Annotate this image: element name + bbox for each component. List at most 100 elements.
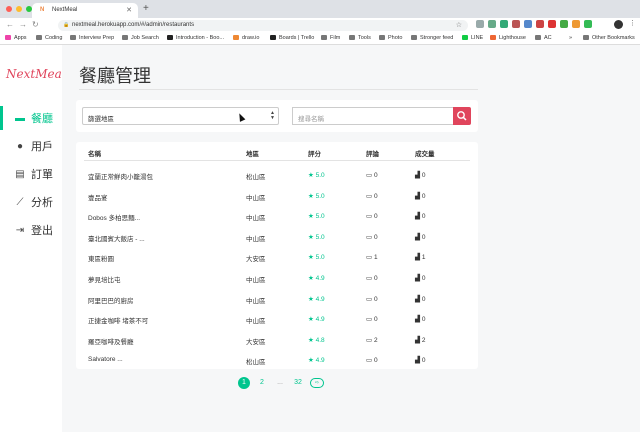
bookmark-folder[interactable]: Photo [379,35,402,41]
page-button[interactable]: 32 [292,377,304,389]
extension-icon[interactable] [584,20,592,28]
table-row[interactable]: 阿里巴巴的廚房 中山區 ★ 4.9 ▭ 0 ▟ 0 [76,288,478,308]
header-name[interactable]: 名稱 [88,148,101,158]
close-tab-icon[interactable]: ✕ [126,6,132,14]
bookmark-folder[interactable]: AC [535,35,552,41]
restaurant-name[interactable]: 壹品宴 [88,192,108,202]
restaurant-rating: ★ 5.0 [308,192,325,200]
lock-icon: 🔒 [63,22,70,28]
page-icon [167,35,173,40]
restaurant-reviews: ▭ 0 [366,212,378,220]
restaurant-district: 大安區 [246,256,266,264]
restaurant-name[interactable]: Salvatore ... [88,356,123,363]
restaurant-name[interactable]: 宜蘭正常鮮肉小籠湯包 [88,171,153,181]
table-row[interactable]: 宜蘭正常鮮肉小籠湯包 松山區 ★ 5.0 ▭ 0 ▟ 0 [76,164,478,184]
close-window-icon[interactable] [6,6,12,12]
sidebar-item-restaurants[interactable]: ▬ 餐廳 [0,106,62,130]
extension-icon[interactable] [512,20,520,28]
header-district[interactable]: 地區 [246,148,259,158]
comment-icon: ▭ [366,316,374,324]
address-bar[interactable]: 🔒 nextmeal.herokuapp.com/#/admin/restaur… [58,20,468,31]
bookmark-link[interactable]: LINE [462,35,483,41]
reviews-value: 0 [373,172,378,179]
restaurant-name[interactable]: Dobos 多柏思麵... [88,212,140,222]
trello-icon [270,35,276,40]
table-row[interactable]: 臺北國賓大飯店 - ... 中山區 ★ 5.0 ▭ 0 ▟ 0 [76,226,478,246]
restaurant-orders: ▟ 0 [415,274,425,282]
table-row[interactable]: Dobos 多柏思麵... 中山區 ★ 5.0 ▭ 0 ▟ 0 [76,205,478,225]
bookmark-apps[interactable]: Apps [5,35,27,41]
sidebar-item-users[interactable]: ● 用戶 [0,134,62,158]
sidebar-item-orders[interactable]: ▤ 訂單 [0,162,62,186]
table-row[interactable]: 壹品宴 中山區 ★ 5.0 ▭ 0 ▟ 0 [76,185,478,205]
header-rating[interactable]: 評分 [308,148,321,158]
table-row[interactable]: Salvatore ... 松山區 ★ 4.9 ▭ 0 ▟ 0 [76,349,478,369]
restaurant-name[interactable]: 東區粉圓 [88,253,114,263]
bookmarks-bar: Apps Coding Interview Prep Job Search In… [0,32,640,45]
rating-value: 5.0 [315,213,325,221]
extension-icon[interactable] [500,20,508,28]
bookmark-folder[interactable]: Tools [349,35,371,41]
district-select[interactable]: 篩選地區 ▲ ▼ [82,107,279,125]
restaurant-name[interactable]: 羅亞咖啡及餐廳 [88,336,134,346]
reload-icon[interactable]: ↻ [32,20,44,29]
profile-avatar[interactable] [614,20,623,29]
bookmark-star-icon[interactable]: ☆ [456,21,462,29]
table-row[interactable]: 夢見培比屯 中山區 ★ 4.9 ▭ 0 ▟ 0 [76,267,478,287]
page-title: 餐廳管理 [79,66,151,86]
table-row[interactable]: 東區粉圓 大安區 ★ 5.0 ▭ 1 ▟ 1 [76,246,478,266]
restaurant-name[interactable]: 阿里巴巴的廚房 [88,295,134,305]
new-tab-icon[interactable]: + [143,3,149,14]
extension-icon[interactable] [548,20,556,28]
browser-menu-icon[interactable]: ⋮ [629,19,636,27]
extension-icon[interactable] [572,20,580,28]
restaurant-orders: ▟ 0 [415,212,425,220]
extension-icon[interactable] [476,20,484,28]
app-logo[interactable]: NextMeal [6,67,66,81]
star-icon: ★ [308,172,316,179]
restaurant-rating: ★ 5.0 [308,253,325,261]
page-button[interactable]: 1 [238,377,250,389]
restaurant-name[interactable]: 正捷金咖啡 堵茶不可 [88,315,148,325]
extension-icon[interactable] [524,20,532,28]
bookmark-folder[interactable]: Stronger feed [411,35,453,41]
search-input[interactable]: 搜尋名稱 [292,107,467,125]
restaurant-name[interactable]: 夢見培比屯 [88,274,121,284]
bookmark-link[interactable]: Introduction - Boo... [167,35,224,41]
extension-icon[interactable] [488,20,496,28]
bookmark-folder[interactable]: Coding [36,35,62,41]
bookmark-link[interactable]: Boards | Trello [270,35,314,41]
nav-buttons[interactable]: ←→↻ [6,20,44,29]
header-reviews[interactable]: 評論 [366,148,379,158]
restaurant-district: 中山區 [246,215,266,223]
sidebar-item-analytics[interactable]: ⟋ 分析 [0,190,62,214]
browser-tab[interactable]: N NextMeal ✕ [32,3,138,18]
orders-value: 0 [421,213,426,221]
bookmark-other[interactable]: Other Bookmarks [583,35,635,41]
bookmark-link[interactable]: Lighthouse [490,35,526,41]
next-page-icon[interactable]: ⇨ [310,378,324,388]
bookmarks-overflow[interactable]: » [569,35,572,41]
extension-icon[interactable] [536,20,544,28]
bookmark-link[interactable]: draw.io [233,35,259,41]
select-arrows-icon: ▲ ▼ [270,110,275,121]
search-button[interactable] [453,107,471,125]
folder-icon [411,35,417,40]
bookmark-folder[interactable]: Film [321,35,340,41]
extension-icon[interactable] [560,20,568,28]
table-row[interactable]: 正捷金咖啡 堵茶不可 中山區 ★ 4.9 ▭ 0 ▟ 0 [76,308,478,328]
forward-icon[interactable]: → [19,20,32,29]
restaurant-rating: ★ 4.9 [308,274,325,282]
restaurant-name[interactable]: 臺北國賓大飯店 - ... [88,233,145,243]
window-controls[interactable] [6,6,32,12]
table-row[interactable]: 羅亞咖啡及餐廳 大安區 ★ 4.8 ▭ 2 ▟ 2 [76,329,478,349]
back-icon[interactable]: ← [6,20,19,29]
bookmark-folder[interactable]: Job Search [122,35,159,41]
page-button[interactable]: 2 [256,377,268,389]
sidebar-item-logout[interactable]: ⇥ 登出 [0,218,62,242]
bookmark-folder[interactable]: Interview Prep [70,35,114,41]
minimize-window-icon[interactable] [16,6,22,12]
header-orders[interactable]: 成交量 [415,148,435,158]
bar-chart-icon: ▟ [415,213,422,221]
apps-grid-icon [5,35,11,40]
